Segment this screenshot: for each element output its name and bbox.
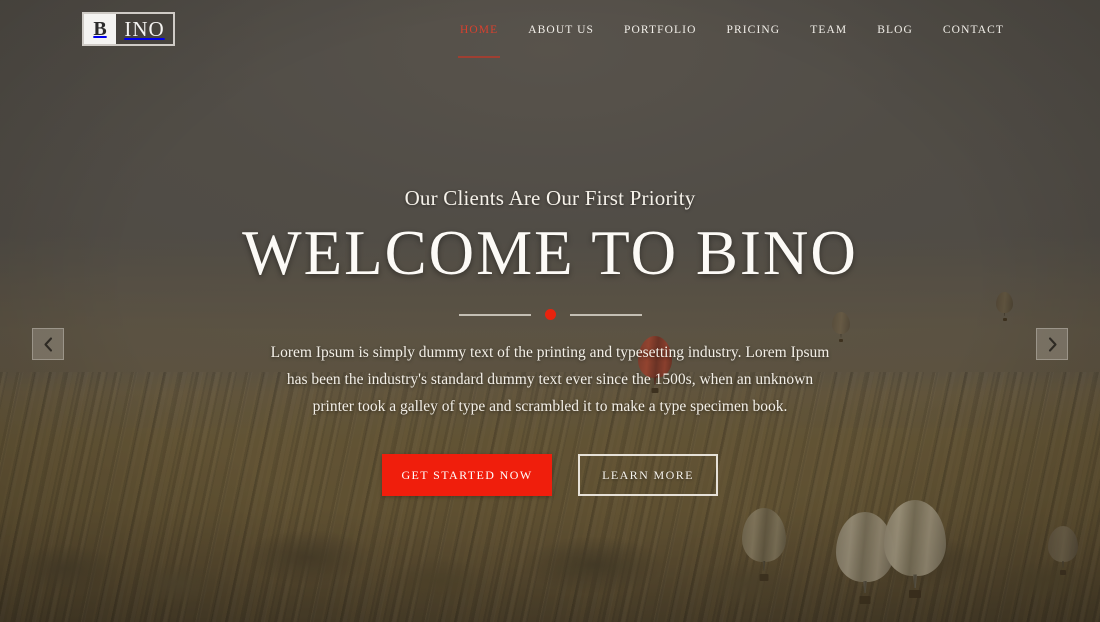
hero-tagline: Our Clients Are Our First Priority (404, 186, 696, 210)
chevron-left-icon (43, 336, 54, 352)
chevron-right-icon (1047, 336, 1058, 352)
hero-content: Our Clients Are Our First Priority WELCO… (0, 186, 1100, 497)
nav-item-home[interactable]: HOME (457, 20, 501, 58)
learn-more-button[interactable]: LEARN MORE (578, 454, 718, 497)
hot-air-balloon (884, 500, 946, 598)
hot-air-balloon (742, 508, 786, 581)
hero-divider (130, 309, 970, 321)
carousel-prev-button[interactable] (32, 328, 64, 360)
get-started-button[interactable]: GET STARTED NOW (382, 454, 552, 497)
hero-headline: WELCOME TO BINO (242, 218, 858, 288)
hero-slider: B INO HOME ABOUT US PORTFOLIO PRICING TE… (0, 0, 1100, 622)
hero-cta-group: GET STARTED NOW LEARN MORE (130, 454, 970, 497)
main-navigation: HOME ABOUT US PORTFOLIO PRICING TEAM BLO… (457, 20, 1004, 58)
logo-text-ino: INO (116, 14, 173, 44)
nav-item-portfolio[interactable]: PORTFOLIO (624, 20, 696, 39)
hot-air-balloon (1048, 526, 1078, 575)
site-logo[interactable]: B INO (82, 12, 175, 46)
logo-letter-b: B (84, 14, 116, 44)
divider-rule-right (569, 313, 642, 316)
hero-description: Lorem Ipsum is simply dummy text of the … (270, 344, 830, 415)
divider-dot (544, 309, 556, 321)
site-header: B INO HOME ABOUT US PORTFOLIO PRICING TE… (0, 0, 1100, 58)
nav-item-pricing[interactable]: PRICING (726, 20, 780, 39)
nav-item-contact[interactable]: CONTACT (943, 20, 1004, 39)
nav-item-team[interactable]: TEAM (810, 20, 847, 39)
carousel-next-button[interactable] (1036, 328, 1068, 360)
divider-rule-left (458, 313, 531, 316)
nav-item-blog[interactable]: BLOG (877, 20, 913, 39)
nav-item-about-us[interactable]: ABOUT US (528, 20, 594, 39)
